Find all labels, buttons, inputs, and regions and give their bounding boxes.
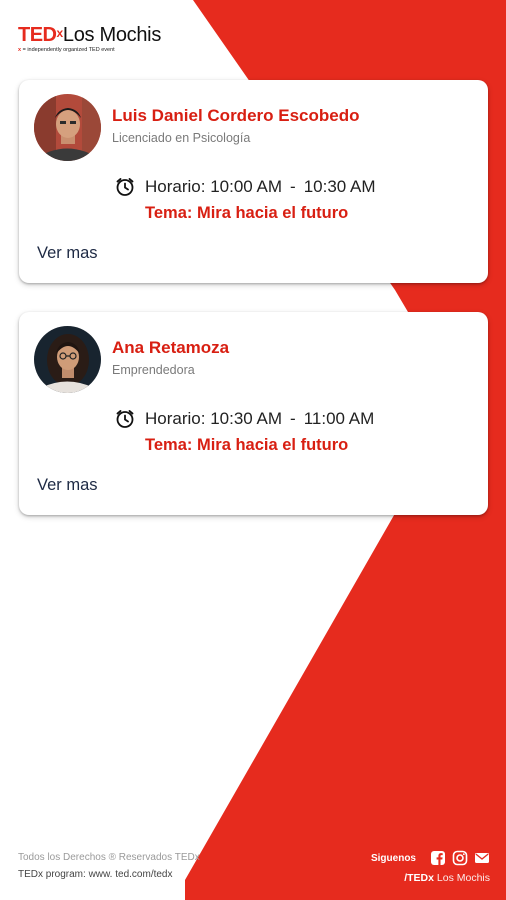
speaker-role: Emprendedora <box>112 363 195 377</box>
avatar <box>34 326 101 393</box>
footer-left: Todos los Derechos ® Reservados TEDx TED… <box>18 852 200 880</box>
logo-city: Los Mochis <box>62 24 162 46</box>
social-handle: /TEDx Los Mochis <box>371 872 490 884</box>
speaker-role: Licenciado en Psicología <box>112 131 251 145</box>
talk-topic: Tema: Mira hacia el futuro <box>145 436 349 454</box>
copyright-text: Todos los Derechos ® Reservados TEDx <box>18 852 200 863</box>
schedule-separator: - <box>290 409 296 428</box>
schedule-end: 10:30 AM <box>303 177 376 196</box>
schedule-text: Horario: 10:00 AM -10:30 AM <box>145 177 376 197</box>
clock-icon <box>116 178 134 196</box>
footer-right: Siguenos /TEDx Los Mochis <box>371 850 490 884</box>
speaker-card: Ana Retamoza Emprendedora Horario: 10:30… <box>19 312 488 515</box>
social-row: Siguenos <box>371 850 490 866</box>
logo-ted: TED <box>18 24 57 46</box>
speaker-name: Ana Retamoza <box>112 338 230 357</box>
speaker-name: Luis Daniel Cordero Escobedo <box>112 106 360 125</box>
ver-mas-link[interactable]: Ver mas <box>37 476 98 495</box>
logo-tagline-text: = independently organized TED event <box>21 47 115 53</box>
logo-x: x <box>56 26 64 40</box>
schedule-start: 10:30 AM <box>210 409 283 428</box>
mail-icon[interactable] <box>474 850 490 866</box>
speaker-card: Luis Daniel Cordero Escobedo Licenciado … <box>19 80 488 283</box>
talk-topic: Tema: Mira hacia el futuro <box>145 204 349 222</box>
schedule-text: Horario: 10:30 AM -11:00 AM <box>145 409 374 429</box>
schedule-start: 10:00 AM <box>210 177 283 196</box>
schedule-separator: - <box>290 177 296 196</box>
avatar <box>34 94 101 161</box>
follow-label: Siguenos <box>370 852 416 864</box>
schedule-label: Horario: <box>145 177 206 196</box>
handle-prefix: /TEDx <box>404 872 434 884</box>
tedx-logo: TEDxLos Mochis x = independently organiz… <box>18 24 161 53</box>
logo-tagline: x = independently organized TED event <box>18 47 161 53</box>
ver-mas-link[interactable]: Ver mas <box>37 244 98 263</box>
facebook-icon[interactable] <box>430 850 446 866</box>
handle-city: Los Mochis <box>433 872 490 884</box>
program-link[interactable]: TEDx program: www. ted.com/tedx <box>18 869 200 880</box>
instagram-icon[interactable] <box>452 850 468 866</box>
schedule-end: 11:00 AM <box>303 409 375 428</box>
schedule-label: Horario: <box>145 409 206 428</box>
clock-icon <box>116 410 134 428</box>
logo-title: TEDxLos Mochis <box>18 24 161 46</box>
